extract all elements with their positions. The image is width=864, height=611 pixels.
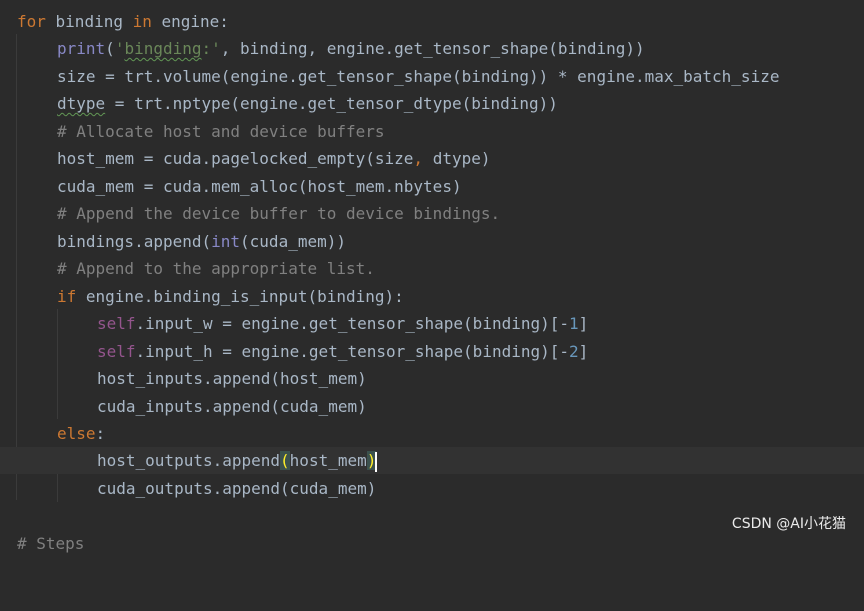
code-line: host_inputs.append(host_mem) [97,369,367,388]
watermark: CSDN @AI小花猫 [731,516,846,532]
code-line: # Append to the appropriate list. [0,255,864,282]
number-literal: 2 [569,342,579,361]
comment: # Append to the appropriate list. [57,259,375,278]
code-line: host_mem = cuda.pagelocked_empty(size, d… [57,149,491,168]
code-line: size = trt.volume(engine.get_tensor_shap… [57,67,780,86]
code-line: if engine.binding_is_input(binding): [57,287,404,306]
code-line: else: [57,424,106,443]
code-line: # Allocate host and device buffers [0,118,864,145]
code-line: print('bingding:', binding, engine.get_t… [57,39,645,58]
self-keyword: self [97,342,136,361]
code-line: # Append the device buffer to device bin… [0,200,864,227]
matched-bracket: ( [280,451,290,470]
comment: # Append the device buffer to device bin… [57,204,501,223]
keyword: if [57,287,77,306]
string-literal: 'bingding:' [114,39,221,58]
code-line: dtype = trt.nptype(engine.get_tensor_dty… [57,94,558,113]
code-line: self.input_w = engine.get_tensor_shape(b… [97,314,589,333]
current-code-line[interactable]: host_outputs.append(host_mem) [0,447,864,474]
code-line: for binding in engine: [17,12,229,31]
typo-underline: bingding [124,39,202,58]
comment: # Steps [17,534,85,553]
code-line: self.input_h = engine.get_tensor_shape(b… [97,342,589,361]
code-line: cuda_mem = cuda.mem_alloc(host_mem.nbyte… [57,177,462,196]
code-line: cuda_inputs.append(cuda_mem) [97,397,367,416]
code-line: # Steps [0,530,864,557]
code-line: bindings.append(int(cuda_mem)) [57,232,346,251]
builtin-function: int [211,232,241,251]
code-editor[interactable]: for binding in engine: print('bingding:'… [0,0,864,553]
code-line: cuda_outputs.append(cuda_mem) [97,479,377,498]
text-cursor [375,451,378,472]
comment: # Allocate host and device buffers [57,122,385,141]
keyword: for [17,12,46,31]
keyword: else [57,424,96,443]
builtin-function: print [57,39,106,58]
keyword: in [132,12,152,31]
number-literal: 1 [569,314,579,333]
self-keyword: self [97,314,136,333]
typo-underline: dtype [57,94,106,113]
